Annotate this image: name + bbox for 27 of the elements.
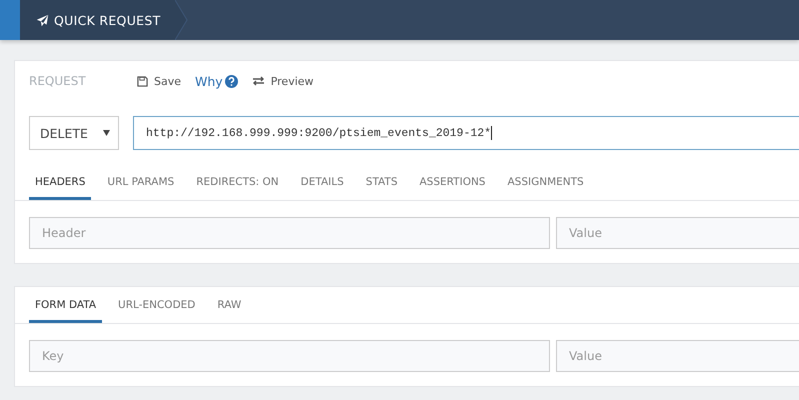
input-field[interactable]: Value [556,340,799,372]
swap-arrows-icon [252,76,265,86]
tab[interactable]: ASSIGNMENTS [501,170,590,200]
tab[interactable]: REDIRECTS: ON [190,170,285,200]
input-field[interactable]: Value [556,217,799,249]
save-button[interactable]: Save [137,74,182,88]
tab[interactable]: URL-ENCODED [112,293,202,323]
save-icon [137,76,148,86]
tab[interactable]: HEADERS [29,170,92,200]
paper-plane-icon [36,14,49,26]
section-label: REQUEST [29,74,87,88]
tab[interactable]: URL PARAMS [101,170,180,200]
url-field[interactable]: http://192.168.999.999:9200/ptsiem_events_2019-12* [133,116,799,150]
caret-icon [103,130,110,136]
preview-button[interactable]: Preview [252,74,314,88]
tab[interactable]: FORM DATA [29,293,102,323]
input-field[interactable]: Header [29,217,550,249]
input-field[interactable]: Key [29,340,550,372]
tab[interactable]: STATS [360,170,404,200]
why-link[interactable]: Why [195,74,238,88]
method-select[interactable]: DELETE [29,116,119,150]
tab[interactable]: RAW [211,293,248,323]
tab[interactable]: DETAILS [294,170,350,200]
help-icon [224,74,238,88]
tab[interactable]: ASSERTIONS [414,170,492,200]
page-title: QUICK REQUEST [54,12,161,28]
sidebar-strip [0,0,20,40]
